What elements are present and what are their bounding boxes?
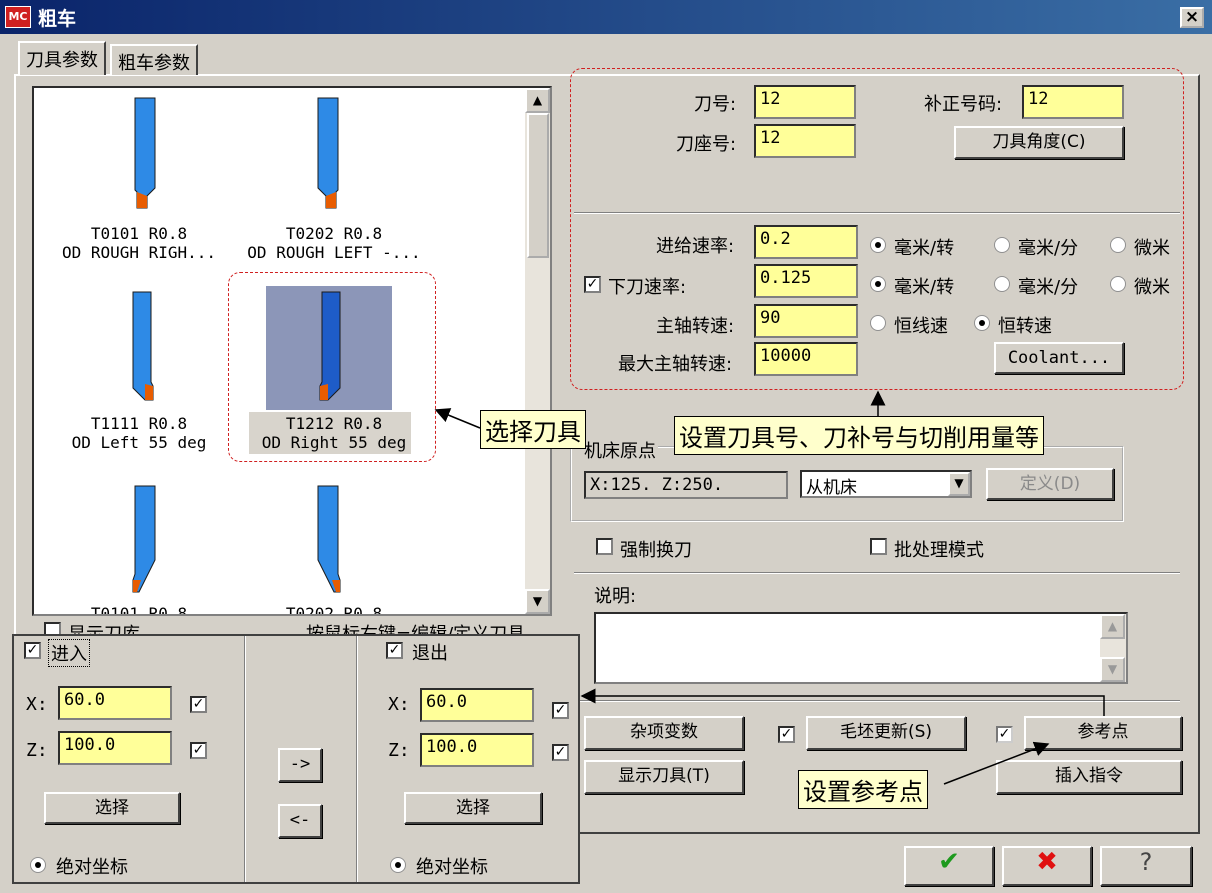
callout-set-reference: 设置参考点 bbox=[798, 770, 928, 809]
callout-select-tool: 选择刀具 bbox=[480, 410, 586, 449]
tab-tool-params[interactable]: 刀具参数 bbox=[18, 41, 106, 75]
callout-set-params: 设置刀具号、刀补号与切削用量等 bbox=[674, 416, 1044, 455]
